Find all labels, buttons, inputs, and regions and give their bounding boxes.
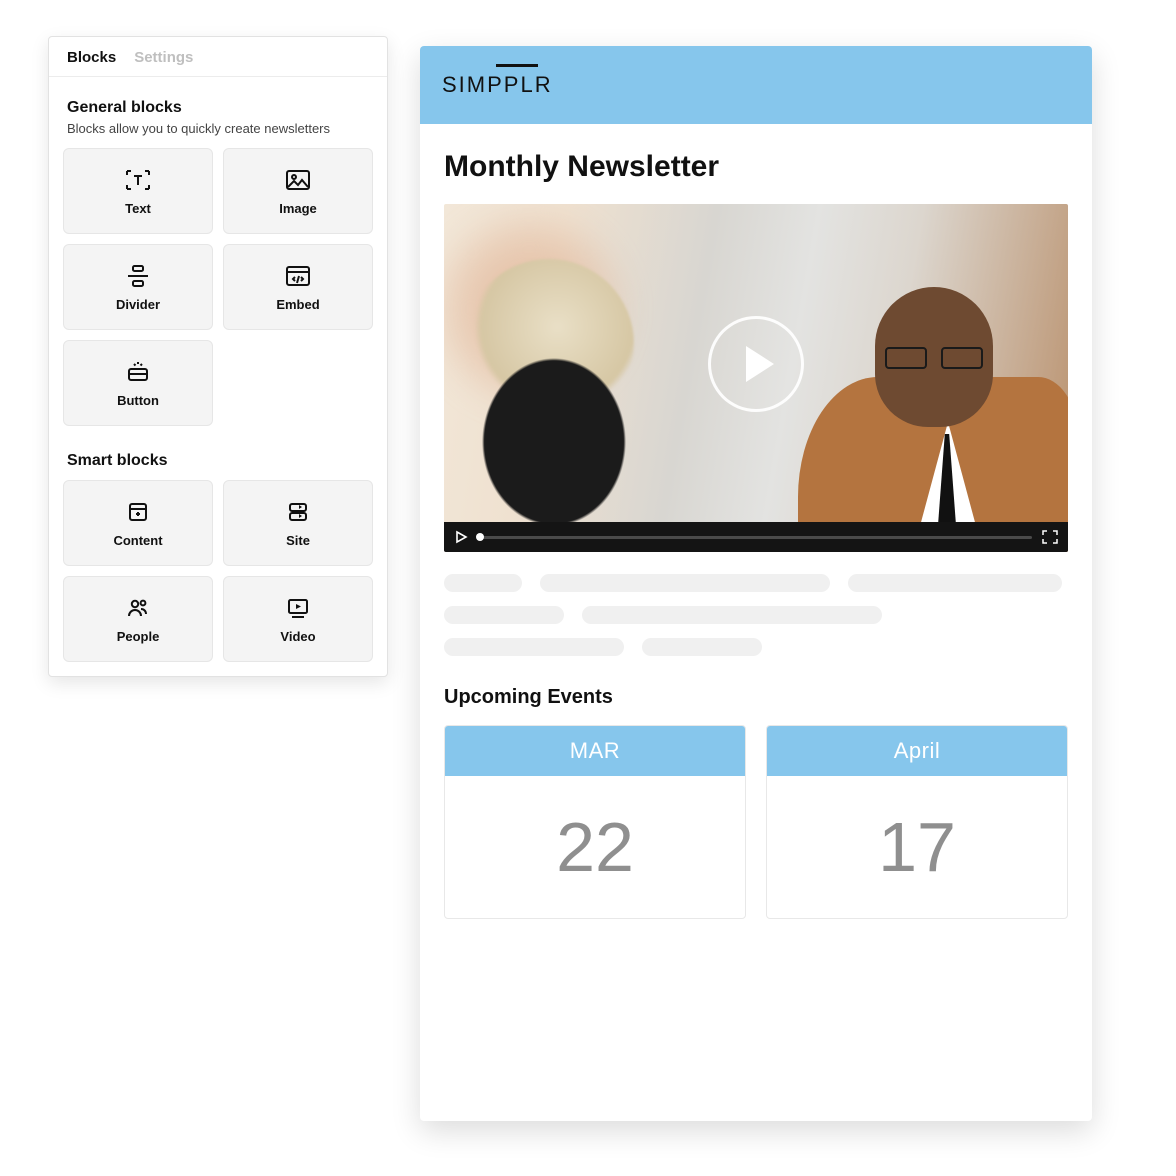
block-text-label: Text [125,201,151,216]
block-video[interactable]: Video [223,576,373,662]
image-icon [283,167,313,193]
block-text[interactable]: Text [63,148,213,234]
event-month: April [767,726,1067,776]
placeholder-text [444,574,1068,656]
play-icon[interactable] [708,316,804,412]
block-people[interactable]: People [63,576,213,662]
block-image-label: Image [279,201,317,216]
block-button-label: Button [117,393,159,408]
blocks-panel: Blocks Settings General blocks Blocks al… [48,36,388,677]
video-play-button[interactable] [454,530,468,544]
block-divider-label: Divider [116,297,160,312]
block-people-label: People [117,629,160,644]
brand-logo-text: SIMPPLR [442,72,553,98]
block-button[interactable]: Button [63,340,213,426]
preview-header: SIMPPLR [420,46,1092,124]
general-blocks-desc: Blocks allow you to quickly create newsl… [67,121,369,136]
smart-blocks-grid: Content Site [63,480,373,662]
embed-icon [283,263,313,289]
upcoming-events-title: Upcoming Events [444,686,1068,709]
general-blocks-section: General blocks Blocks allow you to quick… [49,77,387,676]
block-embed-label: Embed [276,297,319,312]
video-controls [444,522,1068,552]
text-icon [123,167,153,193]
event-month: MAR [445,726,745,776]
smart-blocks-title: Smart blocks [67,452,369,470]
brand-logo: SIMPPLR [442,72,553,98]
general-blocks-title: General blocks [67,99,369,117]
events-row: MAR 22 April 17 [444,725,1068,919]
tab-blocks[interactable]: Blocks [67,49,116,66]
video-block[interactable] [444,204,1068,552]
event-day: 17 [767,776,1067,918]
block-content-label: Content [113,533,162,548]
block-site[interactable]: Site [223,480,373,566]
divider-icon [123,263,153,289]
event-day: 22 [445,776,745,918]
panel-tabs: Blocks Settings [49,37,387,77]
general-blocks-grid: Text Image [63,148,373,426]
block-video-label: Video [280,629,315,644]
video-progress[interactable] [478,536,1032,539]
block-site-label: Site [286,533,310,548]
block-content[interactable]: Content [63,480,213,566]
fullscreen-icon[interactable] [1042,530,1058,544]
event-card[interactable]: April 17 [766,725,1068,919]
block-divider[interactable]: Divider [63,244,213,330]
tab-settings[interactable]: Settings [134,49,193,66]
newsletter-title: Monthly Newsletter [444,150,1068,184]
site-icon [283,499,313,525]
video-icon [283,595,313,621]
content-icon [123,499,153,525]
preview-body: Monthly Newsletter [420,124,1092,943]
people-icon [123,595,153,621]
block-image[interactable]: Image [223,148,373,234]
event-card[interactable]: MAR 22 [444,725,746,919]
block-embed[interactable]: Embed [223,244,373,330]
newsletter-preview: SIMPPLR Monthly Newsletter [420,46,1092,1121]
button-icon [123,359,153,385]
